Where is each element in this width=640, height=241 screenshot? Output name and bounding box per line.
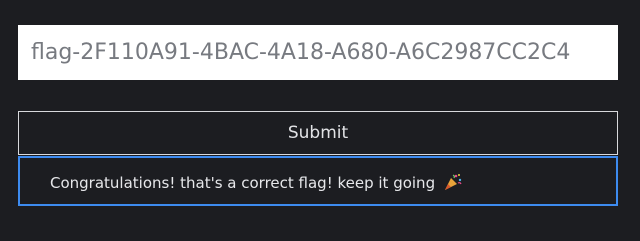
result-message-box: Congratulations! that's a correct flag! … (18, 156, 618, 206)
flag-input[interactable] (18, 25, 618, 80)
result-message: Congratulations! that's a correct flag! … (50, 174, 436, 192)
party-popper-icon (443, 172, 463, 192)
result-message-line: Congratulations! that's a correct flag! … (50, 172, 463, 193)
submit-button[interactable]: Submit (18, 111, 618, 155)
